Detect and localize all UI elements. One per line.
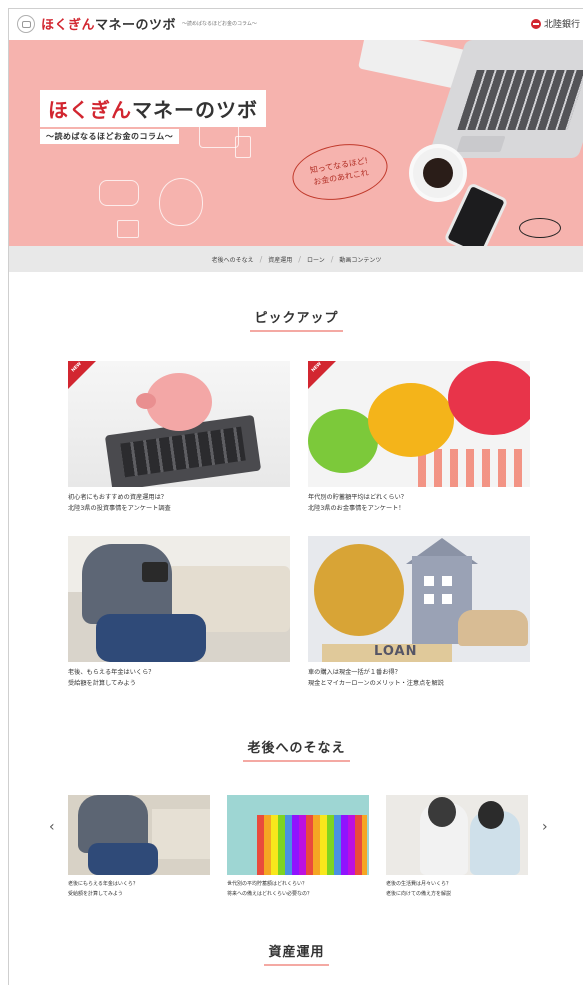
piggy-doodle-icon [159,178,203,226]
hero-title-black: マネーのツボ [132,98,258,122]
pickup-card[interactable]: NEW 年代別の貯蓄額平均はどれくらい？ 北陸3県のお金事情をアンケート！ [308,361,530,514]
piggy-logo-icon [17,14,35,33]
pickup-card[interactable]: 老後、もらえる年金はいくら？ 受給額を計算してみよう [68,536,290,689]
carousel-card-line2: 老後に向けての備え方を解説 [386,891,452,897]
house-window-image [424,576,434,586]
category-nav: 老後へのそなえ / 資産運用 / ローン / 動画コンテンツ [9,246,583,272]
colored-pencils-image [257,815,367,875]
pickup-card[interactable]: LOAN 車の購入は現金一括が１番お得？ 現金とマイカーローンのメリット・注意点… [308,536,530,689]
carousel-card-line2: 受給額を計算してみよう [68,891,123,897]
logo-subtitle: 〜読めばなるほどお金のコラム〜 [182,21,257,27]
coffee-cup-image [413,148,463,198]
jeans-image [88,843,158,875]
nav-item-videos[interactable]: 動画コンテンツ [333,255,387,264]
jeans-image [96,614,206,662]
carousel-card[interactable]: 老後の生活費は月々いくら？ 老後に向けての備え方を解説 [386,795,528,899]
hero-banner: ほくぎんマネーのツボ 〜読めばなるほどお金のコラム〜 知ってなるほど! お金のあ… [9,40,583,246]
assets-heading: 資産運用 [9,941,583,966]
card-title-line1: 初心者にもおすすめの資産運用は？ [68,494,167,501]
piggy-snout-image [136,393,156,409]
carousel-card-line2: 将来への備えはどれくらい必要なの？ [227,891,313,897]
card-title-line1: 老後、もらえる年金はいくら？ [68,669,155,676]
card-image [68,536,290,662]
house-window-image [424,594,434,604]
bar-chart-image [418,449,528,487]
phone-image [142,562,168,582]
card-caption: 車の購入は現金一括が１番お得？ 現金とマイカーローンのメリット・注意点を解説 [308,667,530,689]
house-doodle-icon [117,220,139,238]
nav-item-loan[interactable]: ローン [301,255,331,264]
glasses-image [519,218,561,238]
carousel-card-line1: 老後にもらえる年金はいくら？ [68,881,138,887]
card-title-line1: 車の購入は現金一括が１番お得？ [308,669,401,676]
retirement-heading: 老後へのそなえ [9,737,583,762]
card-caption: 老後、もらえる年金はいくら？ 受給額を計算してみよう [68,667,290,689]
carousel-card-image [68,795,210,875]
carousel-card[interactable]: 老後にもらえる年金はいくら？ 受給額を計算してみよう [68,795,210,899]
person-image [82,544,172,624]
logo-text: ほくぎんマネーのツボ [41,14,176,33]
retirement-title: 老後へのそなえ [243,737,350,762]
card-title-line2: 北陸3県の投資事情をアンケート調査 [68,505,171,512]
house-window-image [442,576,452,586]
logo-text-red: ほくぎん [41,18,96,33]
carousel-prev-button[interactable]: ‹ [49,819,55,835]
nav-item-assets[interactable]: 資産運用 [262,255,298,264]
carousel-card-line1: 老後の生活費は月々いくら？ [386,881,452,887]
keyboard-image [457,70,583,130]
sofa-image [152,809,210,859]
carousel-next-button[interactable]: › [542,819,548,835]
card-image: NEW [308,361,530,487]
house-window-image [442,594,452,604]
page-frame: ほくぎんマネーのツボ 〜読めばなるほどお金のコラム〜 北陸銀行 ほくぎんマネーの… [8,8,583,985]
carousel-card-caption: 世代別の平均貯蓄額はどれくらい？ 将来への備えはどれくらい必要なの？ [227,879,369,899]
pickup-card[interactable]: NEW 初心者にもおすすめの資産運用は？ 北陸3県の投資事情をアンケート調査 [68,361,290,514]
phone-doodle-icon [235,136,251,158]
card-image: LOAN [308,536,530,662]
carousel-card-image [227,795,369,875]
man-head-image [428,797,456,827]
speech-bubble: 知ってなるほど! お金のあれこれ [288,137,392,207]
carousel-card-caption: 老後にもらえる年金はいくら？ 受給額を計算してみよう [68,879,210,899]
card-image: NEW [68,361,290,487]
nav-item-retirement[interactable]: 老後へのそなえ [206,255,260,264]
hero-title-red: ほくぎん [48,98,132,122]
card-title-line2: 北陸3県のお金事情をアンケート！ [308,505,405,512]
bank-logo[interactable]: 北陸銀行 [530,17,580,30]
logo-text-black: マネーのツボ [95,18,177,33]
carousel-card-line1: 世代別の平均貯蓄額はどれくらい？ [227,881,308,887]
hero-subtitle: 〜読めばなるほどお金のコラム〜 [40,129,180,144]
bank-name: 北陸銀行 [543,20,580,30]
pickup-heading: ピックアップ [9,307,583,332]
bank-mark-icon [530,18,541,29]
car-doodle-icon [99,180,139,206]
red-piggy-image [448,361,530,435]
carousel-card-image [386,795,528,875]
site-logo[interactable]: ほくぎんマネーのツボ 〜読めばなるほどお金のコラム〜 [17,14,257,33]
assets-title: 資産運用 [264,941,329,966]
hero-title: ほくぎんマネーのツボ [40,90,266,127]
site-header: ほくぎんマネーのツボ 〜読めばなるほどお金のコラム〜 北陸銀行 [9,9,583,40]
toy-car-image [458,610,528,646]
woman-head-image [478,801,504,829]
card-caption: 年代別の貯蓄額平均はどれくらい？ 北陸3県のお金事情をアンケート！ [308,492,530,514]
loan-blocks-logo: LOAN [374,644,418,659]
card-caption: 初心者にもおすすめの資産運用は？ 北陸3県の投資事情をアンケート調査 [68,492,290,514]
card-title-line2: 受給額を計算してみよう [68,680,136,687]
trackpad-image [456,136,506,152]
card-title-line1: 年代別の貯蓄額平均はどれくらい？ [308,494,407,501]
carousel-card[interactable]: 世代別の平均貯蓄額はどれくらい？ 将来への備えはどれくらい必要なの？ [227,795,369,899]
gold-piggy-image [314,544,404,636]
card-title-line2: 現金とマイカーローンのメリット・注意点を解説 [308,680,444,687]
carousel-card-caption: 老後の生活費は月々いくら？ 老後に向けての備え方を解説 [386,879,528,899]
pickup-title: ピックアップ [250,307,343,332]
yellow-piggy-image [368,383,454,457]
